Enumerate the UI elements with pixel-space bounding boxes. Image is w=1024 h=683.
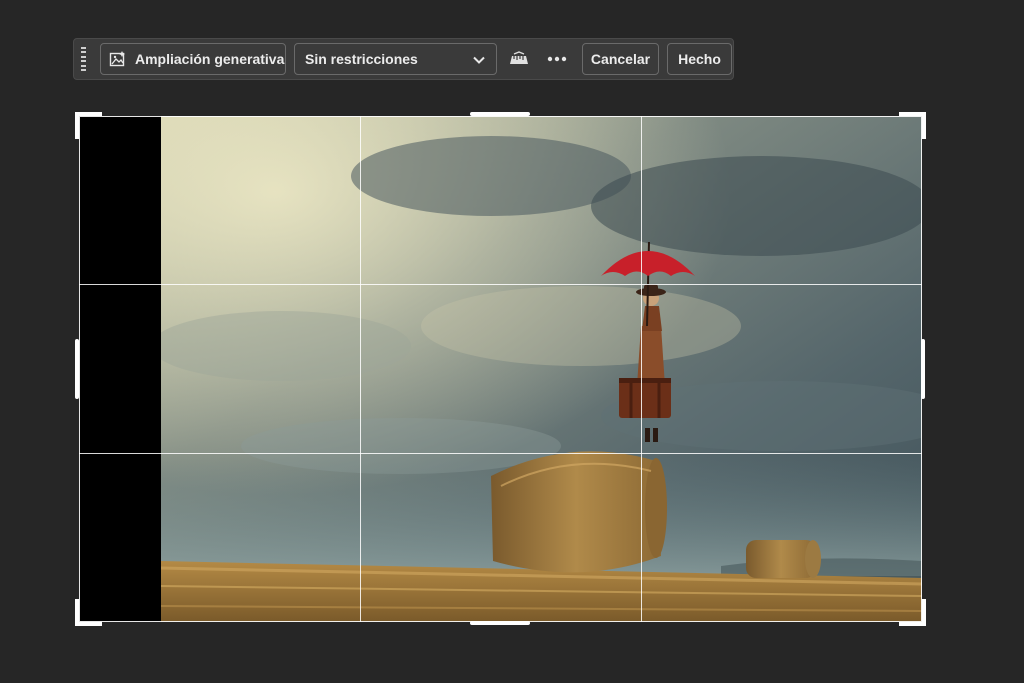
- aspect-ratio-value: Sin restricciones: [305, 51, 418, 67]
- crop-handle-top-right[interactable]: [897, 111, 927, 141]
- straighten-icon: [510, 51, 528, 64]
- chevron-down-icon: [473, 56, 485, 64]
- crop-handle-left[interactable]: [74, 339, 82, 399]
- generative-expand-label: Ampliación generativa: [135, 51, 285, 67]
- crop-handle-top[interactable]: [470, 111, 530, 119]
- crop-toolbar: Ampliación generativa Sin restricciones …: [73, 38, 734, 80]
- straighten-button[interactable]: [506, 47, 532, 71]
- crop-frame: [79, 116, 922, 622]
- crop-handle-bottom-left[interactable]: [74, 597, 104, 627]
- generative-expand-button[interactable]: Ampliación generativa: [100, 43, 286, 75]
- grip-handle-icon[interactable]: [80, 47, 86, 71]
- cancel-button[interactable]: Cancelar: [582, 43, 659, 75]
- crop-handle-top-left[interactable]: [74, 111, 104, 141]
- crop-handle-bottom-right[interactable]: [897, 597, 927, 627]
- done-button[interactable]: Hecho: [667, 43, 732, 75]
- more-options-button[interactable]: [544, 47, 570, 71]
- generative-expand-icon: [109, 51, 125, 67]
- more-options-icon: [547, 56, 567, 62]
- crop-handle-bottom[interactable]: [470, 619, 530, 627]
- crop-handle-right[interactable]: [919, 339, 927, 399]
- aspect-ratio-select[interactable]: Sin restricciones: [294, 43, 497, 75]
